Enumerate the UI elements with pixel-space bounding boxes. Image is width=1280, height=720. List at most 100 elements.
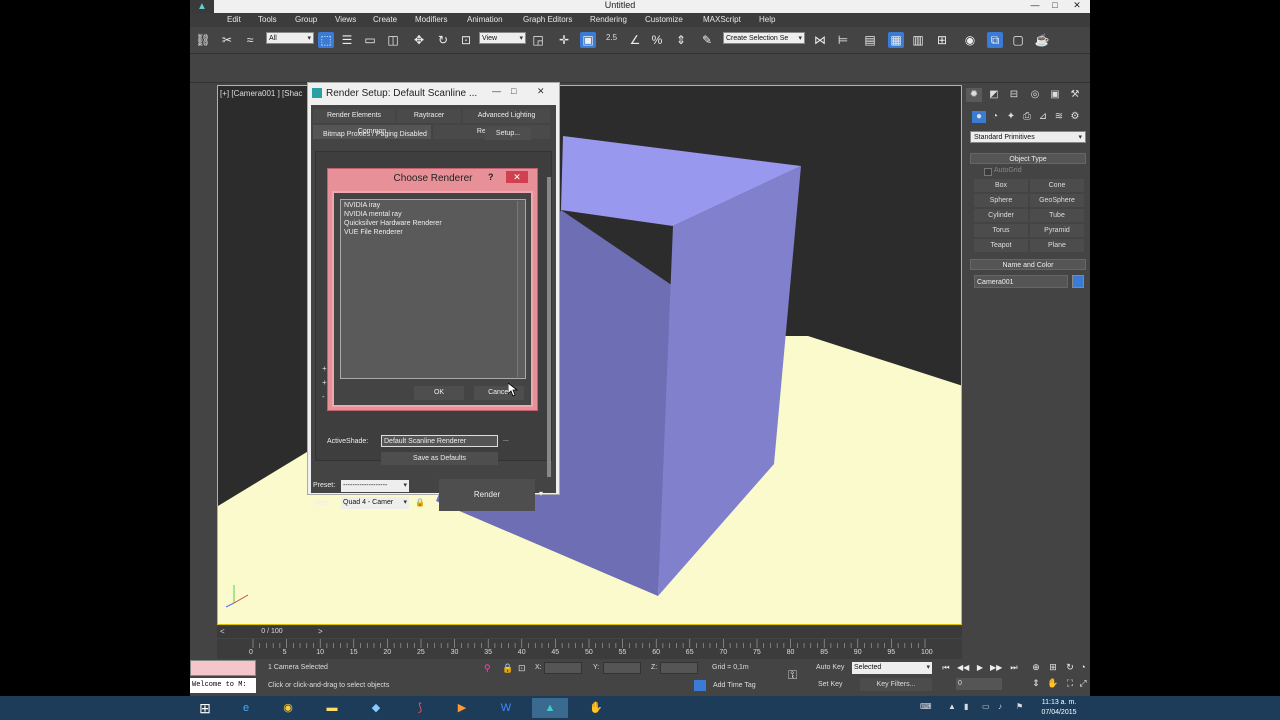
render-setup-icon[interactable]: ⧉ bbox=[987, 32, 1003, 48]
list-item[interactable]: NVIDIA mental ray bbox=[344, 211, 402, 218]
scene-explorer-icon[interactable]: ▤ bbox=[862, 32, 878, 48]
key-filters-button[interactable]: Key Filters... bbox=[860, 678, 932, 691]
save-as-defaults-button[interactable]: Save as Defaults bbox=[381, 452, 498, 465]
absolute-mode-icon[interactable]: ⊡ bbox=[518, 663, 526, 674]
select-by-name-icon[interactable]: ☰ bbox=[339, 32, 355, 48]
previous-frame-icon[interactable]: ◀◀ bbox=[957, 662, 969, 674]
activeshade-renderer-field[interactable]: Default Scanline Renderer bbox=[381, 435, 498, 447]
volume-icon[interactable]: ♪ bbox=[998, 702, 1002, 711]
field-of-view-icon[interactable]: ◔ bbox=[1076, 661, 1090, 674]
modify-tab-icon[interactable]: ◩ bbox=[986, 88, 1002, 102]
geosphere-button[interactable]: GeoSphere bbox=[1030, 194, 1084, 207]
menu-tools[interactable]: Tools bbox=[258, 15, 277, 24]
move-icon[interactable]: ✥ bbox=[411, 32, 427, 48]
bind-space-warp-icon[interactable]: ≈ bbox=[242, 32, 258, 48]
add-time-tag[interactable]: Add Time Tag bbox=[713, 682, 756, 689]
media-player-icon[interactable]: ▶ bbox=[444, 698, 480, 718]
window-crossing-icon[interactable]: ◫ bbox=[385, 32, 401, 48]
object-type-rollout[interactable]: Object Type bbox=[970, 153, 1086, 164]
app-icon[interactable]: ◆ bbox=[358, 698, 394, 718]
display-tab-icon[interactable]: ▣ bbox=[1047, 88, 1063, 102]
cylinder-button[interactable]: Cylinder bbox=[974, 209, 1028, 222]
track-bar[interactable]: 0 5 10 15 20 25 30 35 40 45 50 55 60 65 70 75 80 85 90 95 10… bbox=[217, 639, 962, 659]
x-coord-field[interactable] bbox=[544, 662, 582, 674]
dolly-icon[interactable]: ⇕ bbox=[1029, 677, 1043, 690]
menu-help[interactable]: Help bbox=[759, 15, 775, 24]
align-icon[interactable]: ⊨ bbox=[835, 32, 851, 48]
time-slider[interactable]: < 0 / 100 > bbox=[217, 626, 962, 638]
help-button[interactable]: ? bbox=[488, 172, 494, 182]
render-setup-titlebar[interactable]: Render Setup: Default Scanline ... — □ ✕ bbox=[308, 83, 559, 105]
preset-dropdown[interactable]: ------------------- bbox=[341, 480, 409, 492]
torus-button[interactable]: Torus bbox=[974, 224, 1028, 237]
box-button[interactable]: Box bbox=[974, 179, 1028, 192]
hierarchy-tab-icon[interactable]: ⊟ bbox=[1006, 88, 1022, 102]
system-clock[interactable]: 11:13 a. m. 07/04/2015 bbox=[1036, 698, 1082, 718]
graphite-toolbar-icon[interactable]: ▥ bbox=[910, 32, 926, 48]
set-key-icon[interactable]: ⚿ bbox=[788, 668, 797, 683]
render-production-icon[interactable]: ☕ bbox=[1034, 32, 1050, 48]
time-slider-next[interactable]: > bbox=[318, 627, 323, 636]
view-dropdown[interactable]: Quad 4 - Camer bbox=[341, 497, 409, 509]
app-icon[interactable]: ✋ bbox=[578, 698, 614, 718]
lock-view-icon[interactable]: 🔒 bbox=[415, 498, 425, 507]
plane-button[interactable]: Plane bbox=[1030, 239, 1084, 252]
walk-through-icon[interactable]: ⛶ bbox=[1063, 677, 1077, 690]
menu-animation[interactable]: Animation bbox=[467, 15, 503, 24]
chrome-icon[interactable]: ◉ bbox=[270, 698, 306, 718]
set-key-button[interactable]: Set Key bbox=[818, 681, 843, 688]
helpers-icon[interactable]: ⊿ bbox=[1036, 111, 1050, 123]
pyramid-button[interactable]: Pyramid bbox=[1030, 224, 1084, 237]
time-slider-prev[interactable]: < bbox=[220, 627, 225, 636]
z-coord-field[interactable] bbox=[660, 662, 698, 674]
object-category-dropdown[interactable]: Standard Primitives bbox=[970, 131, 1086, 144]
internet-explorer-icon[interactable]: e bbox=[228, 698, 264, 718]
tab-advanced-lighting[interactable]: Advanced Lighting bbox=[463, 109, 550, 123]
name-and-color-rollout[interactable]: Name and Color bbox=[970, 259, 1086, 270]
spinner-snap-icon[interactable]: ⇕ bbox=[673, 32, 689, 48]
create-tab-icon[interactable]: ✹ bbox=[966, 88, 982, 102]
cone-button[interactable]: Cone bbox=[1030, 179, 1084, 192]
render-setup-scrollbar[interactable] bbox=[547, 177, 551, 477]
zoom-icon[interactable]: ⊕ bbox=[1029, 661, 1043, 674]
network-icon[interactable]: ▮ bbox=[964, 702, 968, 711]
menu-edit[interactable]: Edit bbox=[227, 15, 241, 24]
selection-filter-dropdown[interactable]: All bbox=[266, 32, 314, 45]
sphere-button[interactable]: Sphere bbox=[974, 194, 1028, 207]
keyboard-shortcut-override-icon[interactable]: ▣ bbox=[580, 32, 596, 48]
selection-region-icon[interactable]: ▭ bbox=[362, 32, 378, 48]
tube-button[interactable]: Tube bbox=[1030, 209, 1084, 222]
object-name-field[interactable]: Camera001 bbox=[974, 275, 1068, 288]
utilities-tab-icon[interactable]: ⚒ bbox=[1067, 88, 1083, 102]
unlink-icon[interactable]: ✂ bbox=[219, 32, 235, 48]
shapes-icon[interactable]: ◔ bbox=[988, 111, 1002, 123]
menu-views[interactable]: Views bbox=[335, 15, 356, 24]
rendered-frame-window-icon[interactable]: ▢ bbox=[1010, 32, 1026, 48]
object-color-swatch[interactable] bbox=[1072, 275, 1084, 288]
link-icon[interactable]: ⛓ bbox=[195, 32, 211, 48]
menu-customize[interactable]: Customize bbox=[645, 15, 683, 24]
geometry-icon[interactable]: ● bbox=[972, 111, 986, 123]
3ds-max-taskbar-icon[interactable]: ▲ bbox=[532, 698, 568, 718]
menu-graph-editors[interactable]: Graph Editors bbox=[523, 15, 572, 24]
angle-snap-icon[interactable]: ∠ bbox=[627, 32, 643, 48]
render-button[interactable]: Render bbox=[439, 479, 535, 511]
play-icon[interactable]: ▶ bbox=[974, 662, 986, 674]
curve-editor-icon[interactable]: ⊞ bbox=[934, 32, 950, 48]
maxscript-mini-listener[interactable] bbox=[190, 660, 256, 676]
zoom-all-icon[interactable]: ⊞ bbox=[1046, 661, 1060, 674]
ok-button[interactable]: OK bbox=[414, 386, 464, 400]
maximize-viewport-icon[interactable]: ⤢ bbox=[1076, 677, 1090, 690]
language-icon[interactable]: ⚑ bbox=[1016, 702, 1023, 711]
goto-end-icon[interactable]: ⏭ bbox=[1008, 662, 1020, 674]
pivot-center-icon[interactable]: ◲ bbox=[530, 32, 546, 48]
orbit-icon[interactable]: ↻ bbox=[1063, 661, 1077, 674]
expand-rollout-icon[interactable]: + bbox=[322, 364, 327, 373]
menu-group[interactable]: Group bbox=[295, 15, 317, 24]
windows-start-icon[interactable]: ⊞ bbox=[196, 700, 214, 716]
render-setup-maximize-button[interactable]: □ bbox=[511, 86, 516, 96]
auto-key-button[interactable]: Auto Key bbox=[816, 664, 844, 671]
key-mode-dropdown[interactable]: Selected bbox=[852, 662, 932, 674]
render-setup-close-button[interactable]: ✕ bbox=[537, 86, 545, 97]
menu-modifiers[interactable]: Modifiers bbox=[415, 15, 447, 24]
